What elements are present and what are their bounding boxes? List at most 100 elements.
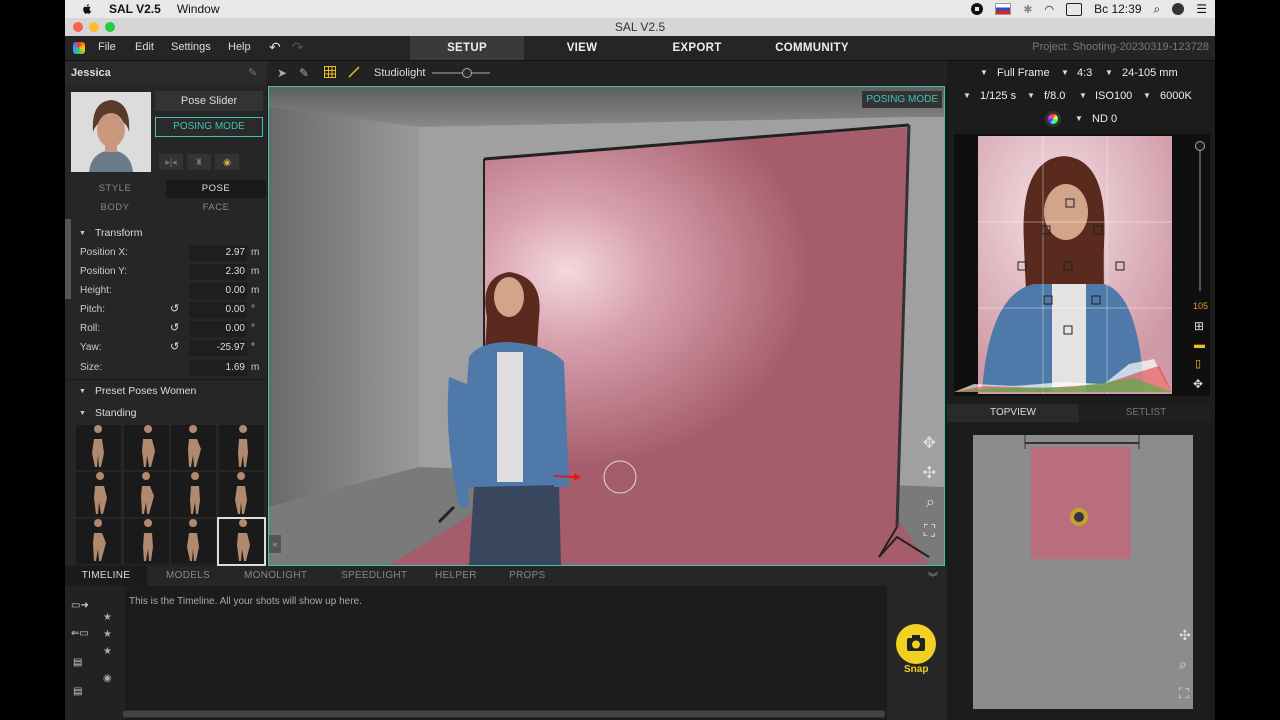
battery-icon[interactable]: [1066, 2, 1083, 16]
menu-file[interactable]: File: [98, 41, 116, 53]
wb-dropdown-icon[interactable]: ▼: [1143, 91, 1151, 100]
user-icon[interactable]: [1172, 3, 1185, 15]
topview-map[interactable]: [973, 435, 1193, 709]
star-icon[interactable]: ★: [103, 612, 112, 623]
control-center-icon[interactable]: ☰: [1196, 2, 1207, 16]
pose-figure-icon[interactable]: ♜: [187, 154, 211, 170]
add-shot-icon[interactable]: ▭➜: [71, 600, 89, 611]
reset-roll-icon[interactable]: ↺: [170, 321, 182, 334]
move-icon[interactable]: ✥: [1193, 377, 1203, 391]
prop-value-input[interactable]: 2.97: [189, 245, 247, 261]
iso-select[interactable]: ISO100: [1095, 90, 1132, 102]
redo-icon[interactable]: ↷: [292, 39, 304, 56]
menu-window[interactable]: Window: [177, 2, 220, 16]
prop-value-input[interactable]: 2.30: [189, 264, 247, 280]
pose-thumbnail[interactable]: [123, 472, 169, 517]
pose-thumbnail[interactable]: [171, 425, 216, 470]
zoom-icon[interactable]: ⌕: [926, 494, 935, 512]
transform-section[interactable]: ▼ Transform: [79, 227, 259, 241]
slider-knob[interactable]: [461, 68, 472, 78]
sensor-select[interactable]: Full Frame: [997, 67, 1050, 79]
star-icon[interactable]: ★: [103, 629, 112, 640]
topview-pan-icon[interactable]: ✣: [1179, 627, 1191, 644]
aperture-dropdown-icon[interactable]: ▼: [1027, 91, 1035, 100]
tab-topview[interactable]: TOPVIEW: [947, 404, 1079, 422]
menu-edit[interactable]: Edit: [135, 41, 154, 53]
tab-props[interactable]: PROPS: [509, 566, 546, 586]
tab-view[interactable]: VIEW: [525, 36, 639, 60]
pose-thumbnail[interactable]: [76, 425, 121, 470]
pose-thumbnail[interactable]: [76, 519, 121, 564]
mirror-pose-icon[interactable]: ▸|◂: [159, 154, 183, 170]
pose-thumbnail[interactable]: [171, 519, 216, 564]
reset-pitch-icon[interactable]: ↺: [170, 302, 182, 315]
bluetooth-icon[interactable]: ✱: [1023, 3, 1032, 16]
pose-thumbnail[interactable]: [123, 425, 169, 470]
ruler-icon[interactable]: [348, 66, 360, 78]
prop-value-input[interactable]: 0.00: [189, 321, 247, 337]
clock[interactable]: Вс 12:39: [1094, 2, 1141, 16]
tab-monolight[interactable]: MONOLIGHT: [244, 566, 307, 586]
standing-section[interactable]: ▼ Standing: [79, 407, 259, 421]
load-shot-icon[interactable]: ⇐▭: [71, 628, 89, 639]
shot-list-icon[interactable]: ▤: [73, 657, 82, 668]
tab-models[interactable]: MODELS: [166, 566, 210, 586]
topview-fit-icon[interactable]: ⛶: [1179, 685, 1189, 702]
pose-thumbnail[interactable]: [171, 472, 216, 517]
histogram-icon[interactable]: ▬: [1194, 339, 1205, 351]
search-icon[interactable]: ⌕: [1154, 2, 1161, 17]
lens-dropdown-icon[interactable]: ▼: [1105, 68, 1113, 77]
left-scrollbar[interactable]: [65, 219, 71, 299]
wifi-icon[interactable]: ◠: [1045, 3, 1055, 16]
viewport-3d[interactable]: POSING MODE ✥ ✣ ⌕ ⛶ «: [268, 86, 945, 566]
prop-value-input[interactable]: -25.97: [189, 340, 247, 356]
tab-community[interactable]: COMMUNITY: [755, 36, 869, 60]
model-avatar[interactable]: [71, 92, 151, 172]
tab-setup[interactable]: SETUP: [410, 36, 524, 60]
tab-helper[interactable]: HELPER: [435, 566, 477, 586]
tab-body[interactable]: BODY: [65, 199, 165, 217]
shutter-dropdown-icon[interactable]: ▼: [963, 91, 971, 100]
ratio-select[interactable]: 4:3: [1077, 67, 1092, 79]
fit-view-icon[interactable]: ⛶: [924, 523, 935, 541]
undo-icon[interactable]: ↶: [269, 39, 281, 56]
scroll-thumb[interactable]: [123, 711, 885, 717]
prop-value-input[interactable]: 0.00: [189, 283, 247, 299]
reset-yaw-icon[interactable]: ↺: [170, 340, 182, 353]
wb-select[interactable]: 6000K: [1160, 90, 1192, 102]
star-icon[interactable]: ★: [103, 646, 112, 657]
posing-mode-button[interactable]: POSING MODE: [155, 117, 263, 137]
iso-dropdown-icon[interactable]: ▼: [1079, 91, 1087, 100]
orbit-icon[interactable]: ✥: [923, 433, 936, 453]
nd-select[interactable]: ND 0: [1092, 113, 1117, 125]
frame-icon[interactable]: ▯: [1195, 357, 1201, 370]
pan-icon[interactable]: ✣: [923, 463, 936, 483]
timeline-scrollbar[interactable]: [123, 710, 885, 718]
timeline-area[interactable]: This is the Timeline. All your shots wil…: [125, 586, 887, 720]
minimize-window-button[interactable]: [89, 22, 99, 32]
pose-thumbnail[interactable]: [216, 517, 266, 566]
snap-button[interactable]: [896, 624, 936, 664]
pen-tool-icon[interactable]: ✎: [299, 66, 309, 80]
close-window-button[interactable]: [73, 22, 83, 32]
tab-face[interactable]: FACE: [166, 199, 266, 217]
color-wheel-button[interactable]: [1045, 111, 1061, 127]
collapse-left-icon[interactable]: «: [269, 535, 281, 553]
apple-icon[interactable]: [81, 3, 93, 15]
prop-value-input[interactable]: 0.00: [189, 302, 247, 318]
pose-slider-button[interactable]: Pose Slider: [155, 91, 263, 111]
topview-zoom-icon[interactable]: ⌕: [1179, 656, 1187, 673]
delete-shot-icon[interactable]: ▤: [73, 686, 82, 697]
tab-timeline[interactable]: TIMELINE: [65, 566, 147, 586]
studiolight-slider[interactable]: [432, 68, 490, 78]
nd-dropdown-icon[interactable]: ▼: [1075, 114, 1083, 123]
pin-icon[interactable]: ✎: [248, 66, 257, 79]
pose-look-icon[interactable]: ◉: [215, 154, 239, 170]
tab-style[interactable]: STYLE: [65, 180, 165, 198]
prop-value-input[interactable]: 1.69: [189, 360, 247, 376]
pose-thumbnail[interactable]: [123, 519, 169, 564]
tab-speedlight[interactable]: SPEEDLIGHT: [341, 566, 407, 586]
pose-thumbnail[interactable]: [218, 472, 264, 517]
grid-icon[interactable]: [324, 66, 336, 78]
tab-pose[interactable]: POSE: [166, 180, 266, 198]
